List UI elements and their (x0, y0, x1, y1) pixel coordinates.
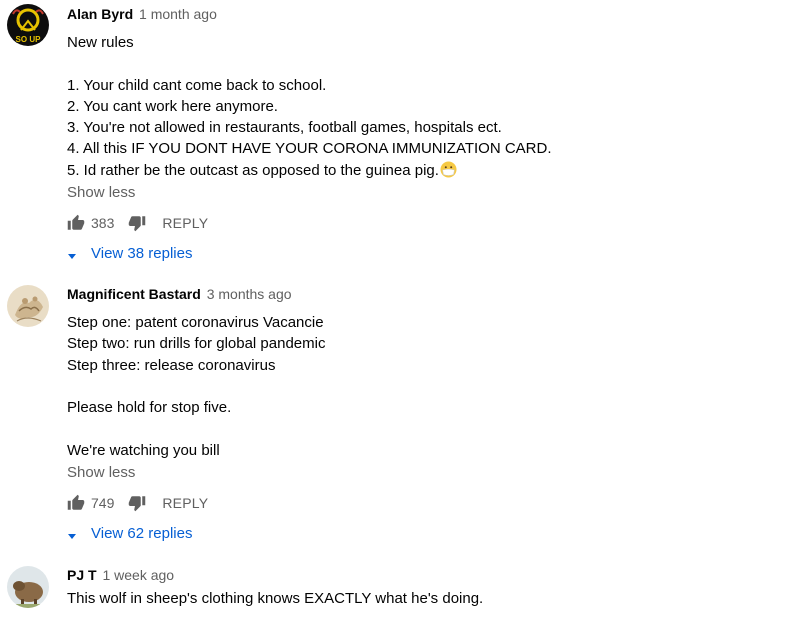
comment-time[interactable]: 1 month ago (139, 6, 217, 22)
comment-line: 5. Id rather be the outcast as opposed t… (67, 161, 439, 179)
show-less-button[interactable]: Show less (67, 182, 780, 203)
avatar[interactable] (7, 285, 49, 327)
comment-header: Alan Byrd 1 month ago (67, 4, 780, 24)
comment-line: New rules (67, 34, 134, 51)
comment-header: PJ T 1 week ago (67, 565, 780, 585)
comment-line: Step two: run drills for global pandemic (67, 335, 326, 353)
comment-header: Magnificent Bastard 3 months ago (67, 284, 780, 304)
comment-line: 1. Your child cant come back to school. (67, 76, 327, 94)
mask-face-emoji-icon (440, 161, 457, 178)
comment-text: This wolf in sheep's clothing knows EXAC… (67, 588, 780, 609)
show-less-button[interactable]: Show less (67, 462, 780, 483)
comment-actions: 383 REPLY (67, 211, 780, 235)
comment-text: Step one: patent coronavirus Vacancie St… (67, 312, 780, 461)
like-count: 749 (91, 495, 115, 512)
author-name[interactable]: Magnificent Bastard (67, 286, 201, 302)
thumbs-down-icon[interactable] (128, 494, 146, 512)
comment-line: 3. You're not allowed in restaurants, fo… (67, 119, 502, 137)
author-name[interactable]: Alan Byrd (67, 6, 133, 22)
comment-line: Step three: release coronavirus (67, 356, 276, 374)
comment-line: This wolf in sheep's clothing knows EXAC… (67, 590, 484, 607)
caret-down-icon (67, 248, 77, 260)
comment-line: 4. All this IF YOU DONT HAVE YOUR CORONA… (67, 140, 552, 158)
comment-line: Please hold for stop five. (67, 399, 232, 417)
avatar[interactable]: SO UP (7, 4, 49, 46)
reply-button[interactable]: REPLY (162, 215, 208, 231)
author-name[interactable]: PJ T (67, 567, 97, 583)
reply-button[interactable]: REPLY (162, 495, 208, 511)
comment-line: 2. You cant work here anymore. (67, 97, 278, 115)
thumbs-up-icon[interactable] (67, 494, 85, 512)
comment-time[interactable]: 1 week ago (102, 567, 174, 583)
view-replies-button[interactable]: View 62 replies (67, 521, 780, 545)
svg-text:SO UP: SO UP (16, 35, 42, 44)
view-replies-label: View 62 replies (91, 524, 193, 542)
thumbs-down-icon[interactable] (128, 214, 146, 232)
view-replies-label: View 38 replies (91, 244, 193, 262)
thumbs-up-icon[interactable] (67, 214, 85, 232)
comment-line: We're watching you bill (67, 441, 220, 459)
comment-line: Step one: patent coronavirus Vacancie (67, 314, 324, 331)
caret-down-icon (67, 528, 77, 540)
comment-text: New rules 1. Your child cant come back t… (67, 32, 780, 181)
comment-time[interactable]: 3 months ago (207, 286, 292, 302)
comment-actions: 749 REPLY (67, 491, 780, 515)
avatar[interactable] (7, 566, 49, 608)
like-count: 383 (91, 215, 115, 232)
view-replies-button[interactable]: View 38 replies (67, 241, 780, 265)
